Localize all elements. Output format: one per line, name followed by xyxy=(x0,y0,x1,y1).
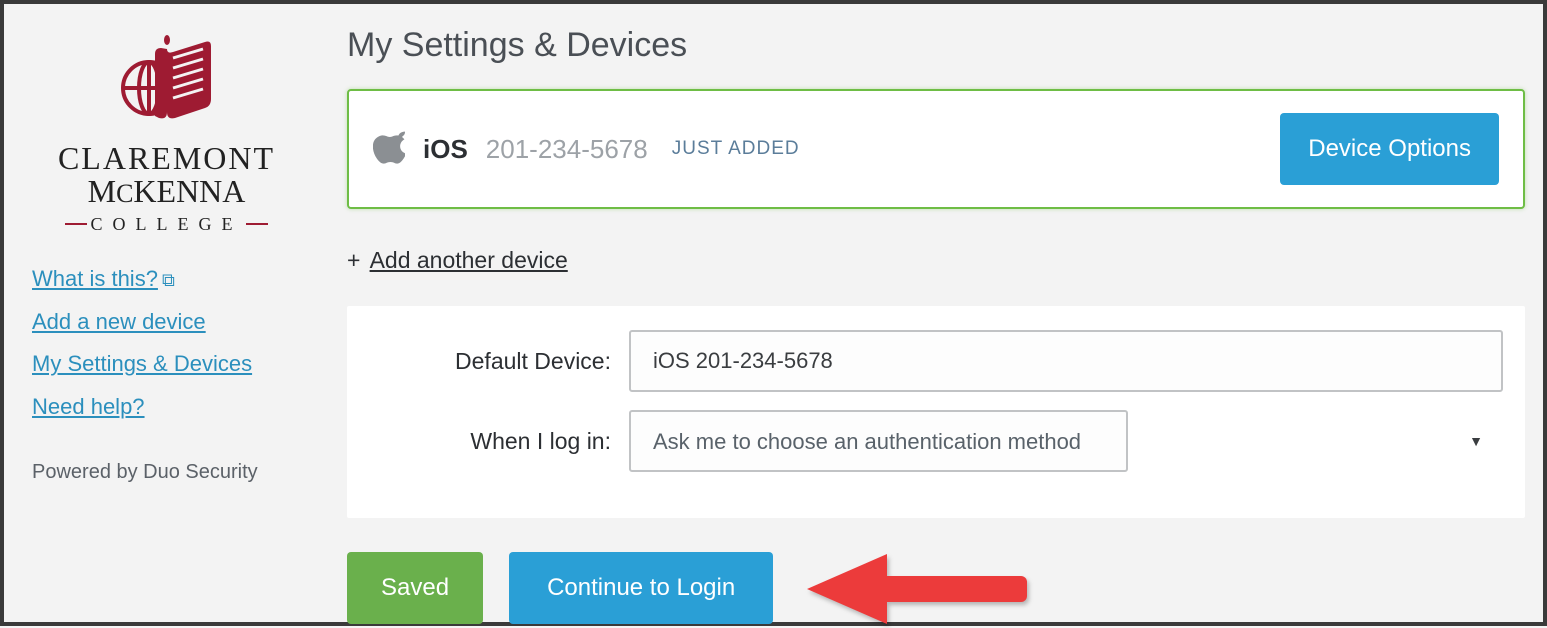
device-options-button[interactable]: Device Options xyxy=(1280,113,1499,185)
org-name-line1: CLAREMONT xyxy=(32,140,301,177)
org-sub: COLLEGE xyxy=(32,214,301,235)
just-added-badge: JUST ADDED xyxy=(672,138,800,160)
device-info: iOS 201-234-5678 JUST ADDED xyxy=(373,130,800,168)
device-number: 201-234-5678 xyxy=(486,134,648,165)
link-add-device[interactable]: Add a new device xyxy=(32,308,301,337)
action-row: Saved Continue to Login xyxy=(347,548,1525,628)
org-name-line2: MCKENNA xyxy=(32,173,301,210)
plus-icon: + xyxy=(347,247,360,273)
device-card: iOS 201-234-5678 JUST ADDED Device Optio… xyxy=(347,89,1525,209)
login-action-label: When I log in: xyxy=(369,428,629,455)
app-frame: CLAREMONT MCKENNA COLLEGE What is this?⧉… xyxy=(0,0,1547,626)
chevron-down-icon: ▼ xyxy=(1469,433,1483,449)
annotation-arrow-icon xyxy=(807,548,1027,628)
page-title: My Settings & Devices xyxy=(347,26,1525,65)
login-action-row: When I log in: Ask me to choose an authe… xyxy=(369,410,1503,472)
add-another-label: Add another device xyxy=(370,247,568,273)
saved-button[interactable]: Saved xyxy=(347,552,483,624)
default-device-input[interactable] xyxy=(629,330,1503,392)
link-my-settings[interactable]: My Settings & Devices xyxy=(32,350,301,379)
external-link-icon: ⧉ xyxy=(162,269,175,292)
add-another-device[interactable]: + Add another device xyxy=(347,247,1525,274)
default-device-label: Default Device: xyxy=(369,348,629,375)
apple-icon xyxy=(373,130,405,168)
settings-panel: Default Device: When I log in: Ask me to… xyxy=(347,306,1525,518)
org-crest-icon xyxy=(117,34,217,129)
sidebar-nav: What is this?⧉ Add a new device My Setti… xyxy=(32,265,301,421)
continue-to-login-button[interactable]: Continue to Login xyxy=(509,552,773,624)
link-what-is-this[interactable]: What is this?⧉ xyxy=(32,265,301,294)
main-content: My Settings & Devices iOS 201-234-5678 J… xyxy=(329,4,1543,622)
login-action-select[interactable]: Ask me to choose an authentication metho… xyxy=(629,410,1128,472)
powered-by: Powered by Duo Security xyxy=(32,461,301,484)
sidebar: CLAREMONT MCKENNA COLLEGE What is this?⧉… xyxy=(4,4,329,622)
default-device-row: Default Device: xyxy=(369,330,1503,392)
device-os: iOS xyxy=(423,134,468,165)
org-logo: CLAREMONT MCKENNA COLLEGE xyxy=(32,34,301,235)
link-need-help[interactable]: Need help? xyxy=(32,393,301,422)
